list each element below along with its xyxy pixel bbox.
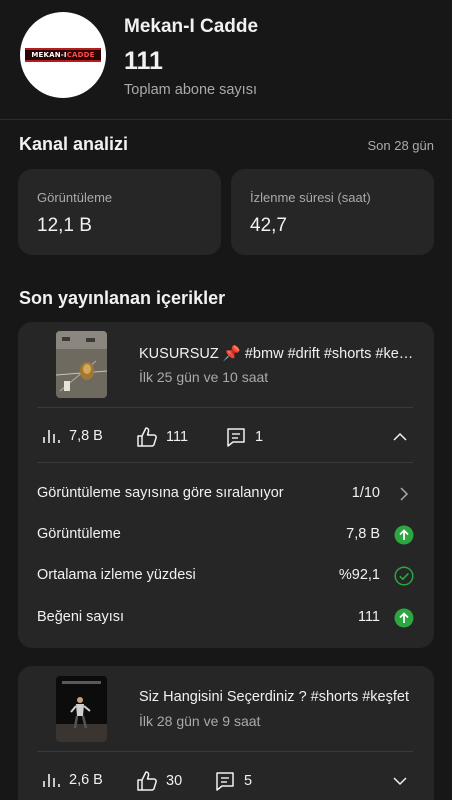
arrow-up-green-icon <box>394 608 414 628</box>
arrow-up-green-icon <box>394 525 414 545</box>
sort-rank: 1/10 <box>351 485 380 501</box>
detail-row-value: %92,1 <box>338 567 380 583</box>
comments-metric: 1 <box>225 426 263 448</box>
video-title[interactable]: Siz Hangisini Seçerdiniz ? #shorts #keşf… <box>139 689 419 705</box>
video-title[interactable]: KUSURSUZ 📌 #bmw #drift #shorts #keşfet <box>139 345 419 362</box>
comment-icon <box>216 772 234 791</box>
collapse-button[interactable] <box>390 427 410 447</box>
video-subtitle: İlk 28 gün ve 9 saat <box>139 713 261 729</box>
subscriber-count: 111 <box>124 47 163 75</box>
card-divider <box>37 751 413 752</box>
channel-header: MEKAN-I CADDE Mekan-I Cadde 111 Toplam ab… <box>0 0 452 118</box>
expand-button[interactable] <box>390 771 410 791</box>
card-divider <box>37 462 413 463</box>
likes-metric: 111 <box>136 426 188 448</box>
likes-metric: 30 <box>136 770 182 792</box>
thumbs-up-icon <box>137 771 157 791</box>
chevron-up-icon <box>393 432 407 441</box>
video-card: KUSURSUZ 📌 #bmw #drift #shorts #keşfet İ… <box>18 322 434 648</box>
detail-row-value: 7,8 B <box>346 526 380 542</box>
views-metric: 7,8 B <box>41 426 103 446</box>
detail-row-label: Beğeni sayısı <box>37 609 125 625</box>
detail-row-label: Ortalama izleme yüzdesi <box>37 567 196 583</box>
chevron-right-icon[interactable] <box>394 484 414 504</box>
bar-chart-icon <box>43 774 60 787</box>
video-subtitle: İlk 25 gün ve 10 saat <box>139 369 269 385</box>
watch-time-stat-label: İzlenme süresi (saat) <box>250 190 371 205</box>
likes-count: 111 <box>166 429 189 445</box>
detail-row-value: 111 <box>357 609 380 625</box>
views-stat-label: Görüntüleme <box>37 190 113 205</box>
watch-time-stat-card[interactable]: İzlenme süresi (saat) 42,7 <box>231 169 434 255</box>
analytics-period[interactable]: Son 28 gün <box>367 138 434 153</box>
header-divider <box>0 119 452 120</box>
comments-count: 1 <box>255 429 264 445</box>
views-metric: 2,6 B <box>41 770 103 790</box>
subscriber-label: Toplam abone sayısı <box>124 82 257 98</box>
channel-avatar[interactable]: MEKAN-I CADDE <box>20 12 106 98</box>
video-thumbnail[interactable] <box>56 331 107 398</box>
views-stat-card[interactable]: Görüntüleme 12,1 B <box>18 169 221 255</box>
logo-text-red: CADDE <box>66 51 95 59</box>
comments-count: 5 <box>244 773 253 789</box>
detail-row-label: Görüntüleme <box>37 526 121 542</box>
video-thumbnail[interactable] <box>56 676 107 742</box>
video-card: Siz Hangisini Seçerdiniz ? #shorts #keşf… <box>18 666 434 800</box>
analytics-title: Kanal analizi <box>19 134 129 154</box>
likes-count: 30 <box>166 773 183 789</box>
thumbs-up-icon <box>137 427 157 447</box>
check-circle-icon <box>394 566 414 586</box>
comments-metric: 5 <box>214 770 252 792</box>
views-count: 7,8 B <box>69 428 103 444</box>
recent-content-title: Son yayınlanan içerikler <box>19 288 226 308</box>
views-stat-value: 12,1 B <box>37 215 92 236</box>
chevron-down-icon <box>393 777 407 786</box>
watch-time-stat-value: 42,7 <box>250 215 287 236</box>
comment-icon <box>227 428 245 447</box>
logo-text-white: MEKAN-I <box>31 51 67 59</box>
sort-label[interactable]: Görüntüleme sayısına göre sıralanıyor <box>37 485 284 501</box>
bar-chart-icon <box>43 430 60 443</box>
views-count: 2,6 B <box>69 772 103 788</box>
channel-logo: MEKAN-I CADDE <box>25 48 101 62</box>
card-divider <box>37 407 413 408</box>
channel-name: Mekan-I Cadde <box>124 16 259 37</box>
